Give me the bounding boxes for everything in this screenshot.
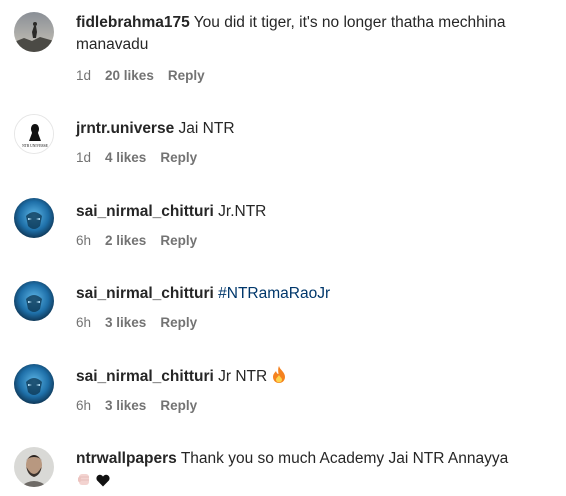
raised-fist-emoji-icon xyxy=(76,471,92,494)
comment-likes[interactable]: 2 likes xyxy=(105,233,146,248)
comment-username[interactable]: sai_nirmal_chitturi xyxy=(76,368,214,385)
comment-meta: 6h 2 likes Reply xyxy=(76,233,197,248)
comment-meta: 6h 3 likes Reply xyxy=(76,315,197,330)
comment-likes[interactable]: 20 likes xyxy=(105,68,154,83)
user-avatar[interactable] xyxy=(14,198,54,238)
blue-mask-avatar-icon xyxy=(14,198,54,238)
blue-mask-avatar-icon xyxy=(14,281,54,321)
comment-text: sai_nirmal_chitturi Jr NTR xyxy=(76,366,560,390)
user-avatar[interactable] xyxy=(14,281,54,321)
fire-emoji-icon xyxy=(272,366,286,390)
reply-button[interactable]: Reply xyxy=(160,233,197,248)
comment-username[interactable]: fidlebrahma175 xyxy=(76,14,190,31)
user-avatar[interactable] xyxy=(14,447,54,487)
comment-text: ntrwallpapers Thank you so much Academy … xyxy=(76,448,560,494)
comment-body: Jr.NTR xyxy=(218,203,267,220)
comment-meta: 1d 20 likes Reply xyxy=(76,68,205,83)
bearded-man-avatar-icon xyxy=(14,447,54,487)
comment-body: Thank you so much Academy Jai NTR Annayy… xyxy=(180,450,509,467)
comment-username[interactable]: sai_nirmal_chitturi xyxy=(76,285,214,302)
comment-body: Jai NTR xyxy=(178,120,235,137)
comment-time[interactable]: 6h xyxy=(76,315,91,330)
comment-text: sai_nirmal_chitturi Jr.NTR xyxy=(76,201,560,223)
comment-time[interactable]: 1d xyxy=(76,68,91,83)
comment-text: sai_nirmal_chitturi #NTRamaRaoJr xyxy=(76,283,560,305)
comment-likes[interactable]: 3 likes xyxy=(105,315,146,330)
user-avatar[interactable] xyxy=(14,12,54,52)
comment-username[interactable]: sai_nirmal_chitturi xyxy=(76,203,214,220)
user-avatar[interactable] xyxy=(14,364,54,404)
comment-time[interactable]: 1d xyxy=(76,150,91,165)
comment-time[interactable]: 6h xyxy=(76,233,91,248)
comment-meta: 1d 4 likes Reply xyxy=(76,150,197,165)
user-avatar[interactable]: NTR UNIVERSE xyxy=(14,114,54,154)
comment-likes[interactable]: 4 likes xyxy=(105,150,146,165)
reply-button[interactable]: Reply xyxy=(168,68,205,83)
reply-button[interactable]: Reply xyxy=(160,398,197,413)
comment-meta: 6h 3 likes Reply xyxy=(76,398,197,413)
comment-username[interactable]: ntrwallpapers xyxy=(76,450,177,467)
comment-text: fidlebrahma175 You did it tiger, it's no… xyxy=(76,12,560,56)
comment-likes[interactable]: 3 likes xyxy=(105,398,146,413)
black-heart-emoji-icon xyxy=(96,472,110,494)
avatar-caption: NTR UNIVERSE xyxy=(22,144,49,148)
reply-button[interactable]: Reply xyxy=(160,150,197,165)
person-on-rock-avatar-icon xyxy=(14,12,54,52)
blue-mask-avatar-icon xyxy=(14,364,54,404)
comment-body: Jr NTR xyxy=(218,368,268,385)
hashtag-link[interactable]: #NTRamaRaoJr xyxy=(218,285,330,302)
reply-button[interactable]: Reply xyxy=(160,315,197,330)
comment-time[interactable]: 6h xyxy=(76,398,91,413)
comment-username[interactable]: jrntr.universe xyxy=(76,120,174,137)
comment-text: jrntr.universe Jai NTR xyxy=(76,118,560,140)
ntr-universe-logo-avatar-icon: NTR UNIVERSE xyxy=(15,115,53,153)
